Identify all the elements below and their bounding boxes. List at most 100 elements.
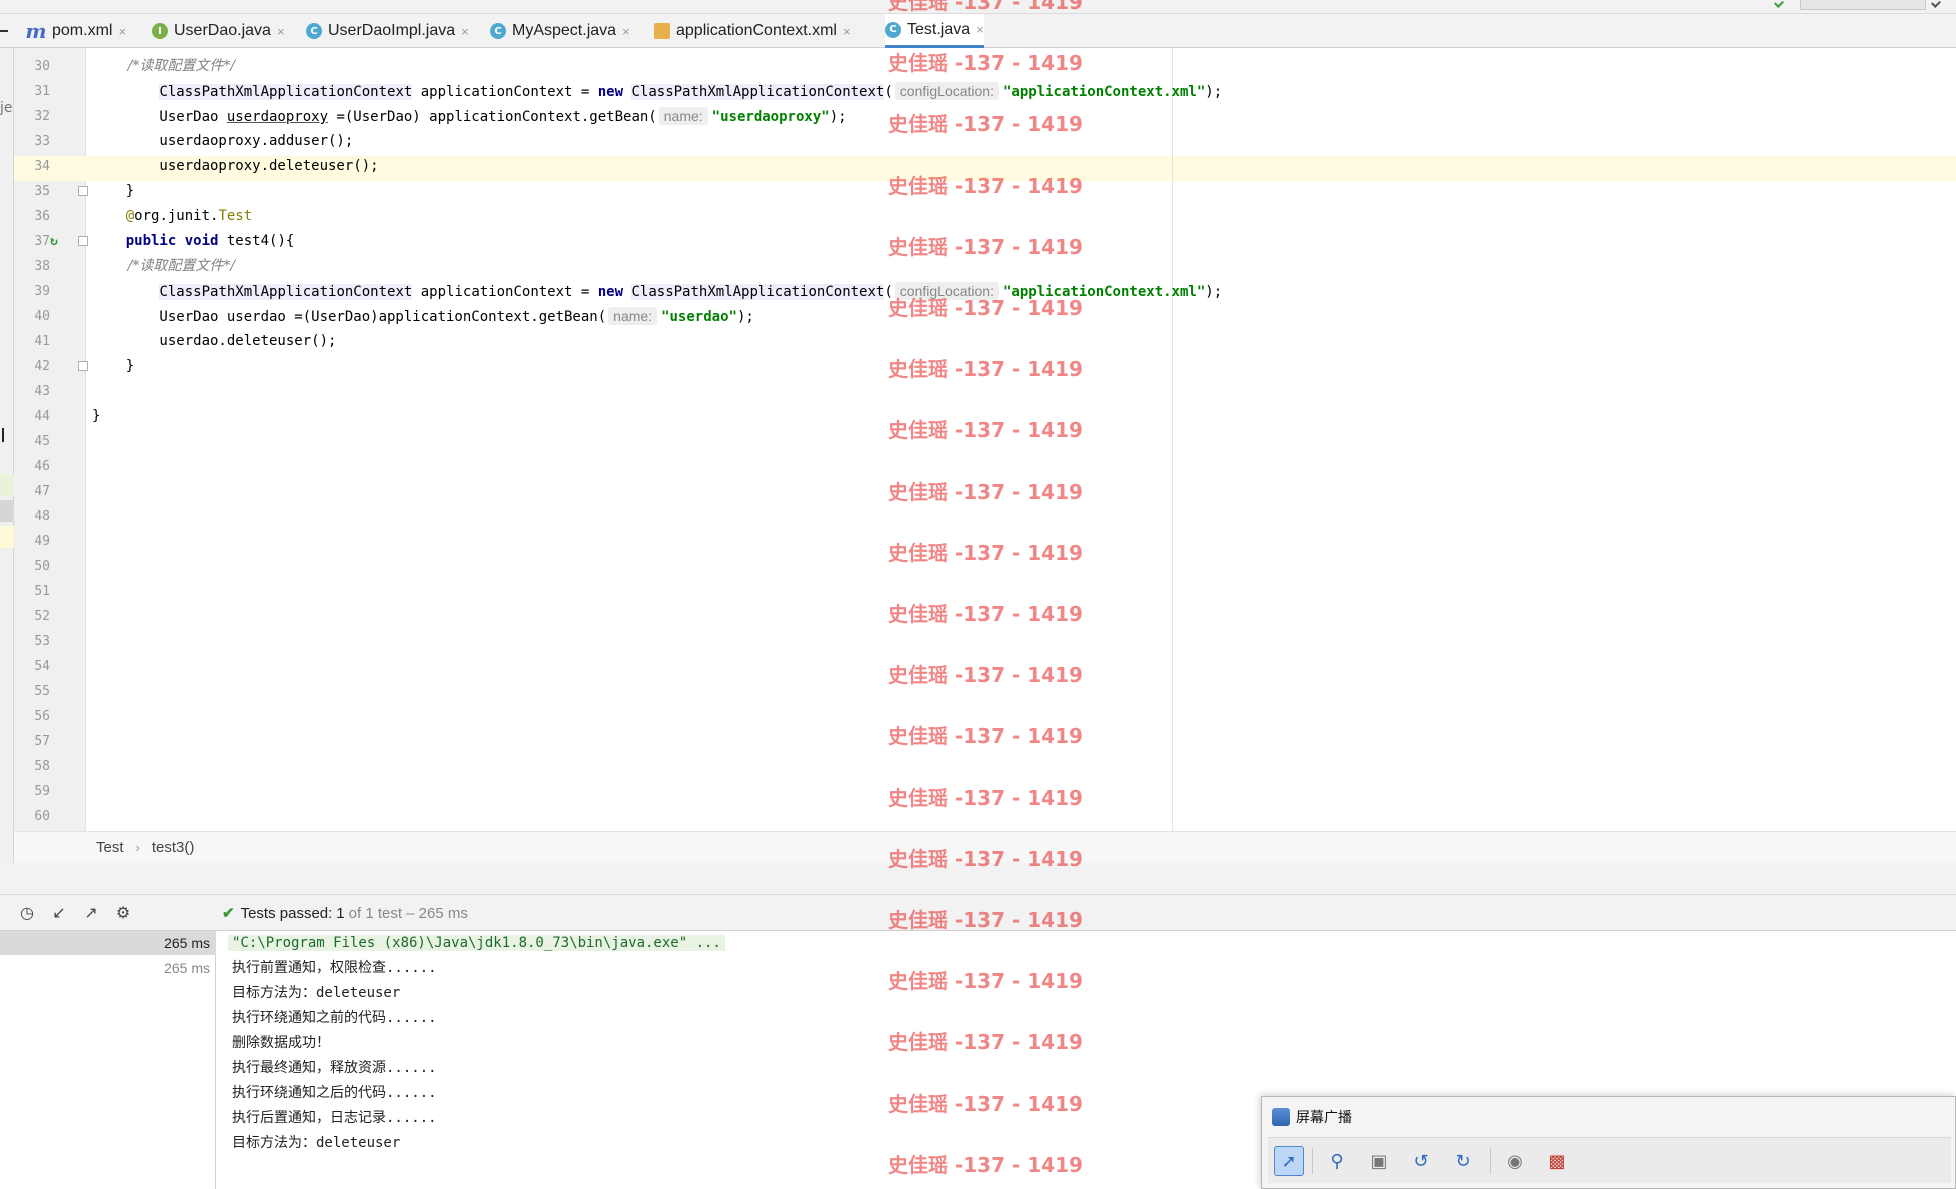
line-number[interactable]: 50 bbox=[22, 554, 50, 579]
run-test-icon[interactable]: ↻ bbox=[50, 235, 64, 249]
tab-0[interactable]: m pom.xml × bbox=[25, 14, 126, 48]
line-number[interactable]: 55 bbox=[22, 679, 50, 704]
code-line[interactable]: 36 @org.junit.Test bbox=[14, 204, 1956, 229]
breadcrumb-method[interactable]: test3() bbox=[152, 839, 195, 856]
fold-marker-icon[interactable] bbox=[78, 236, 88, 246]
code-line[interactable]: 48 bbox=[14, 504, 1956, 529]
interface-i-icon: I bbox=[152, 23, 168, 39]
line-number[interactable]: 32 bbox=[22, 104, 50, 129]
run-configuration-selector[interactable] bbox=[1800, 0, 1926, 10]
rotate-right-icon[interactable]: ↻ bbox=[1448, 1146, 1478, 1176]
tab-5[interactable]: C Test.java × bbox=[885, 14, 984, 48]
close-icon[interactable]: × bbox=[461, 24, 469, 39]
line-number[interactable]: 39 bbox=[22, 279, 50, 304]
line-number[interactable]: 53 bbox=[22, 629, 50, 654]
code-text[interactable]: UserDao userdaoproxy =(UserDao) applicat… bbox=[92, 104, 847, 130]
gear-icon[interactable]: ⚙ bbox=[114, 904, 132, 922]
watermark-text: 史佳瑶 -137 - 1419 bbox=[888, 296, 1083, 320]
line-number[interactable]: 44 bbox=[22, 404, 50, 429]
line-number[interactable]: 31 bbox=[22, 79, 50, 104]
line-number[interactable]: 30 bbox=[22, 54, 50, 79]
test-status: ✔ Tests passed: 1 of 1 test – 265 ms bbox=[222, 895, 468, 931]
close-icon[interactable]: × bbox=[277, 24, 285, 39]
line-number[interactable]: 43 bbox=[22, 379, 50, 404]
code-text[interactable]: } bbox=[92, 354, 134, 379]
line-number[interactable]: 49 bbox=[22, 529, 50, 554]
code-text[interactable]: ClassPathXmlApplicationContext applicati… bbox=[92, 79, 1222, 105]
code-line[interactable]: 58 bbox=[14, 754, 1956, 779]
code-text[interactable]: } bbox=[92, 404, 100, 429]
line-number[interactable]: 46 bbox=[22, 454, 50, 479]
line-number[interactable]: 47 bbox=[22, 479, 50, 504]
monitor-icon[interactable]: ▣ bbox=[1364, 1146, 1394, 1176]
watermark-text: 史佳瑶 -137 - 1419 bbox=[888, 479, 1083, 504]
code-token: } bbox=[92, 358, 135, 374]
export-tests-icon[interactable]: ↗ bbox=[82, 904, 100, 922]
test-tree-row[interactable]: 265 ms bbox=[0, 956, 216, 980]
code-text[interactable]: /*读取配置文件*/ bbox=[92, 254, 235, 279]
code-line[interactable]: 41 userdao.deleteuser(); bbox=[14, 329, 1956, 354]
code-line[interactable]: 43 bbox=[14, 379, 1956, 404]
project-tree-row-highlight[interactable] bbox=[0, 526, 14, 548]
close-icon[interactable]: × bbox=[976, 22, 984, 37]
code-text[interactable]: UserDao userdao =(UserDao)applicationCon… bbox=[92, 304, 754, 330]
line-number[interactable]: 48 bbox=[22, 504, 50, 529]
code-line[interactable]: 31 ClassPathXmlApplicationContext applic… bbox=[14, 79, 1956, 104]
line-number[interactable]: 36 bbox=[22, 204, 50, 229]
line-number[interactable]: 42 bbox=[22, 354, 50, 379]
breadcrumb-class[interactable]: Test bbox=[96, 839, 124, 856]
project-tree-row-selected[interactable] bbox=[0, 500, 14, 522]
screen-broadcast-window[interactable]: 屏幕广播 ➚ ⚲ ▣ ↺ ↻ ◉ ▩ bbox=[1261, 1096, 1956, 1189]
project-tree-row-highlight[interactable] bbox=[0, 474, 14, 496]
line-number[interactable]: 57 bbox=[22, 729, 50, 754]
rotate-left-icon[interactable]: ↺ bbox=[1406, 1146, 1436, 1176]
line-number[interactable]: 51 bbox=[22, 579, 50, 604]
history-clock-icon[interactable]: ◷ bbox=[18, 904, 36, 922]
code-token: /*读取配置文件*/ bbox=[92, 258, 236, 274]
import-tests-icon[interactable]: ↙ bbox=[50, 904, 68, 922]
code-text[interactable]: @org.junit.Test bbox=[92, 204, 252, 229]
line-number[interactable]: 56 bbox=[22, 704, 50, 729]
code-token: } bbox=[92, 408, 101, 424]
code-line[interactable]: 53 bbox=[14, 629, 1956, 654]
pin-icon[interactable]: ➚ bbox=[1274, 1146, 1304, 1176]
minus-icon[interactable] bbox=[0, 30, 8, 32]
line-number[interactable]: 35 bbox=[22, 179, 50, 204]
fold-marker-icon[interactable] bbox=[78, 361, 88, 371]
code-token: /*读取配置文件*/ bbox=[92, 58, 236, 74]
stop-broadcast-icon[interactable]: ▩ bbox=[1542, 1146, 1572, 1176]
fold-marker-icon[interactable] bbox=[78, 186, 88, 196]
tab-2[interactable]: C UserDaoImpl.java × bbox=[306, 14, 469, 48]
line-number[interactable]: 37 bbox=[22, 229, 50, 254]
code-text[interactable]: userdao.deleteuser(); bbox=[92, 329, 336, 354]
code-text[interactable]: /*读取配置文件*/ bbox=[92, 54, 235, 79]
close-icon[interactable]: × bbox=[622, 24, 630, 39]
tab-4[interactable]: applicationContext.xml × bbox=[654, 14, 851, 48]
zoom-icon[interactable]: ⚲ bbox=[1322, 1146, 1352, 1176]
line-number[interactable]: 59 bbox=[22, 779, 50, 804]
test-results-tree[interactable]: 265 ms 265 ms bbox=[0, 931, 216, 1189]
close-icon[interactable]: × bbox=[118, 24, 126, 39]
broadcast-title-bar[interactable]: 屏幕广播 bbox=[1272, 1105, 1352, 1129]
code-text[interactable]: } bbox=[92, 179, 134, 204]
tab-1[interactable]: I UserDao.java × bbox=[152, 14, 285, 48]
line-number[interactable]: 60 bbox=[22, 804, 50, 829]
close-icon[interactable]: × bbox=[843, 24, 851, 39]
line-number[interactable]: 58 bbox=[22, 754, 50, 779]
line-number[interactable]: 54 bbox=[22, 654, 50, 679]
line-number[interactable]: 41 bbox=[22, 329, 50, 354]
test-tree-row[interactable]: 265 ms bbox=[0, 931, 216, 955]
line-number[interactable]: 34 bbox=[22, 154, 50, 179]
line-number[interactable]: 45 bbox=[22, 429, 50, 454]
code-token: userdaoproxy.adduser(); bbox=[92, 133, 354, 149]
tab-3[interactable]: C MyAspect.java × bbox=[490, 14, 630, 48]
code-text[interactable]: userdaoproxy.deleteuser(); bbox=[92, 154, 378, 179]
camera-icon[interactable]: ◉ bbox=[1500, 1146, 1530, 1176]
line-number[interactable]: 40 bbox=[22, 304, 50, 329]
line-number[interactable]: 52 bbox=[22, 604, 50, 629]
line-number[interactable]: 38 bbox=[22, 254, 50, 279]
code-text[interactable]: userdaoproxy.adduser(); bbox=[92, 129, 353, 154]
code-text[interactable]: public void test4(){ bbox=[92, 229, 295, 254]
line-number[interactable]: 33 bbox=[22, 129, 50, 154]
caret-marker bbox=[2, 428, 4, 442]
